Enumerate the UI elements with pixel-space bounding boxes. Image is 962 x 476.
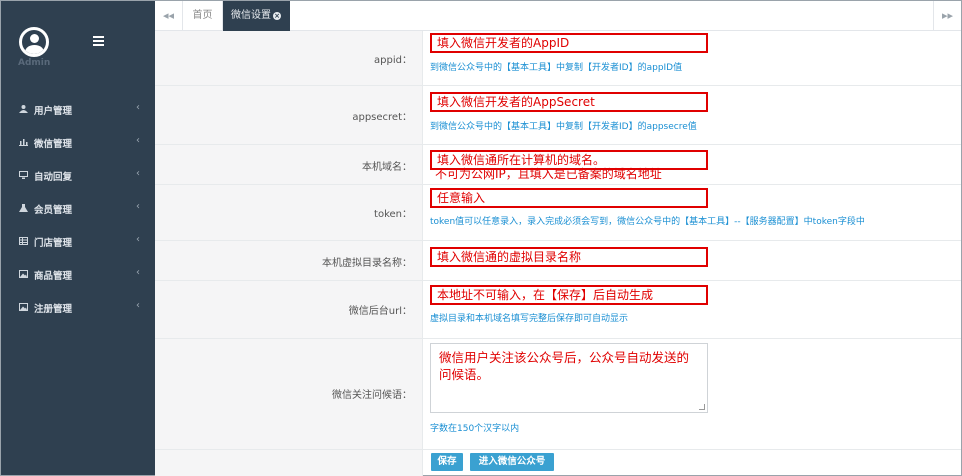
sidebar-item-label: 自动回复 <box>34 172 73 183</box>
tab-wechat-settings[interactable]: 微信设置 × <box>223 1 290 31</box>
tab-scroll-left-button[interactable]: ◂◂ <box>155 1 183 31</box>
bar-chart-icon <box>19 139 28 146</box>
picture-icon <box>19 270 28 278</box>
close-icon[interactable]: × <box>273 12 281 20</box>
domain-note: 不可为公网IP，且填入是已备案的域名地址 <box>435 167 662 181</box>
token-help: token值可以任意录入，录入完成必须会写到，微信公众号中的【基本工具】--【服… <box>430 217 865 227</box>
form-row-actions <box>155 450 961 476</box>
appsecret-help: 到微信公众号中的【基本工具】中复制【开发者ID】的appsecre值 <box>430 122 697 132</box>
vdir-label: 本机虚拟目录名称： <box>322 258 412 269</box>
sidebar-item-label: 商品管理 <box>34 271 73 282</box>
appid-help: 到微信公众号中的【基本工具】中复制【开发者ID】的appID值 <box>430 63 683 73</box>
token-input[interactable]: 任意输入 <box>430 188 708 208</box>
user-name: Admin <box>18 58 51 68</box>
sidebar-item-user-management[interactable]: 用户管理 ‹ <box>1 93 155 126</box>
tab-bar: ◂◂ 首页 微信设置 × ▸▸ <box>155 1 961 31</box>
appid-label: appid： <box>374 55 412 66</box>
sidebar-item-product-management[interactable]: 商品管理 ‹ <box>1 258 155 291</box>
sidebar-item-label: 注册管理 <box>34 304 73 315</box>
save-button[interactable]: 保存 <box>431 453 463 471</box>
enter-wechat-button[interactable]: 进入微信公众号 <box>470 453 554 471</box>
greeting-textarea[interactable]: 微信用户关注该公众号后，公众号自动发送的问候语。 <box>430 343 708 413</box>
appsecret-input[interactable]: 填入微信开发者的AppSecret <box>430 92 708 112</box>
sidebar-item-label: 微信管理 <box>34 139 73 150</box>
sidebar-nav: 用户管理 ‹ 微信管理 ‹ 自动回复 ‹ 会员管理 ‹ 门店管理 ‹ 商品管理 … <box>1 93 155 324</box>
sidebar-item-label: 会员管理 <box>34 205 73 216</box>
resize-handle-icon[interactable] <box>699 404 705 410</box>
tab-home[interactable]: 首页 <box>183 1 223 31</box>
chevron-left-icon: ‹ <box>136 267 140 278</box>
token-label: token： <box>374 209 412 220</box>
chevron-left-icon: ‹ <box>136 102 140 113</box>
sidebar-item-auto-reply[interactable]: 自动回复 ‹ <box>1 159 155 192</box>
chevron-left-icon: ‹ <box>136 135 140 146</box>
greeting-help: 字数在150个汉字以内 <box>430 424 520 434</box>
chevron-left-icon: ‹ <box>136 234 140 245</box>
backend-url-label: 微信后台url： <box>348 306 412 317</box>
chevron-left-icon: ‹ <box>136 201 140 212</box>
sidebar: Admin 用户管理 ‹ 微信管理 ‹ 自动回复 ‹ 会员管理 ‹ 门店管理 ‹ <box>1 1 155 475</box>
vdir-input[interactable]: 填入微信通的虚拟目录名称 <box>430 247 708 267</box>
backend-url-help: 虚拟目录和本机域名填写完整后保存即可自动显示 <box>430 314 629 324</box>
domain-label: 本机域名： <box>362 162 412 173</box>
backend-url-input[interactable]: 本地址不可输入，在【保存】后自动生成 <box>430 285 708 305</box>
sidebar-item-registration-management[interactable]: 注册管理 ‹ <box>1 291 155 324</box>
table-icon <box>19 237 28 245</box>
sidebar-item-member-management[interactable]: 会员管理 ‹ <box>1 192 155 225</box>
tab-scroll-right-button[interactable]: ▸▸ <box>933 1 961 31</box>
appsecret-label: appsecret： <box>352 112 412 123</box>
sidebar-item-wechat-management[interactable]: 微信管理 ‹ <box>1 126 155 159</box>
tab-label: 微信设置 <box>231 10 271 21</box>
sidebar-item-store-management[interactable]: 门店管理 ‹ <box>1 225 155 258</box>
chevron-left-icon: ‹ <box>136 300 140 311</box>
menu-toggle-icon[interactable] <box>93 36 104 48</box>
picture-icon <box>19 303 28 311</box>
sidebar-item-label: 门店管理 <box>34 238 73 249</box>
flask-icon <box>19 204 28 212</box>
chevron-left-icon: ‹ <box>136 168 140 179</box>
appid-input[interactable]: 填入微信开发者的AppID <box>430 33 708 53</box>
monitor-icon <box>19 171 28 179</box>
greeting-label: 微信关注问候语： <box>332 390 412 401</box>
user-icon <box>19 105 28 113</box>
sidebar-item-label: 用户管理 <box>34 106 73 117</box>
greeting-text: 微信用户关注该公众号后，公众号自动发送的问候语。 <box>439 350 690 382</box>
avatar[interactable] <box>19 27 49 57</box>
